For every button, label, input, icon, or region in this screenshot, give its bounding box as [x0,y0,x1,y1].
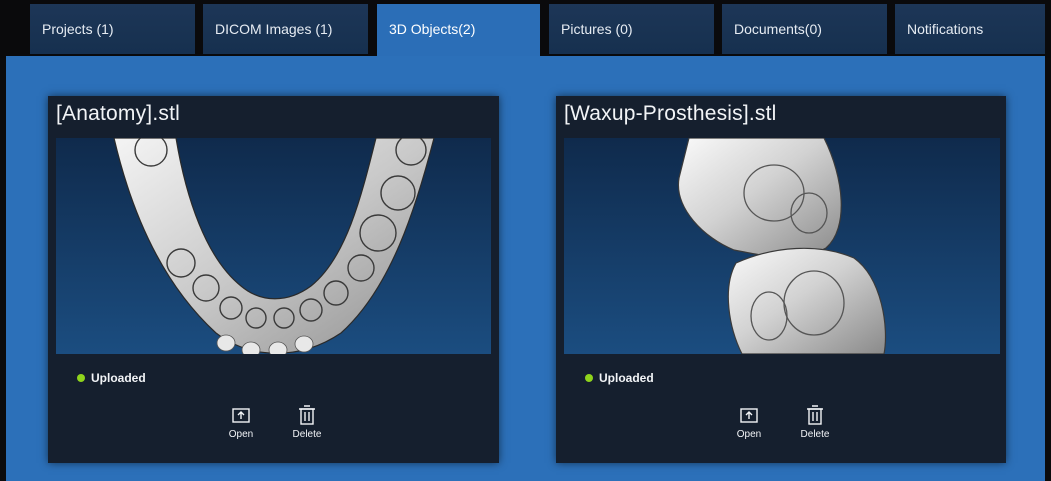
delete-label: Delete [800,429,830,440]
status-dot-icon [77,374,85,382]
delete-button[interactable]: Delete [282,404,332,440]
crown-prosthesis-model-image [677,138,887,354]
open-label: Open [228,429,254,440]
open-upload-icon [740,408,758,423]
model-preview-crown[interactable] [564,138,1000,354]
tab-projects[interactable]: Projects (1) [30,4,195,54]
delete-button[interactable]: Delete [790,404,840,440]
card-title: [Waxup-Prosthesis].stl [564,102,777,125]
trash-icon [299,405,315,425]
upload-status: Uploaded [585,371,654,385]
model-preview-jaw[interactable] [56,138,491,354]
tab-3d-objects[interactable]: 3D Objects(2) [377,4,540,58]
open-label: Open [736,429,762,440]
trash-icon [807,405,823,425]
upload-status: Uploaded [77,371,146,385]
object-card-waxup: [Waxup-Prosthesis].stl Uploaded Open Del… [556,96,1006,463]
object-card-anatomy: [Anatomy].stl Uploaded Open Delete [48,96,499,463]
delete-label: Delete [292,429,322,440]
objects-panel: [Anatomy].stl Uploaded Open Delete [Waxu… [6,56,1045,481]
open-button[interactable]: Open [216,404,266,440]
tab-notifications[interactable]: Notifications [895,4,1045,54]
status-label: Uploaded [91,371,146,385]
tab-documents[interactable]: Documents(0) [722,4,887,54]
app-window: Projects (1) DICOM Images (1) 3D Objects… [0,0,1051,481]
jaw-arch-model-image [113,138,435,354]
open-button[interactable]: Open [724,404,774,440]
status-dot-icon [585,374,593,382]
card-title: [Anatomy].stl [56,102,180,125]
open-upload-icon [232,408,250,423]
tab-pictures[interactable]: Pictures (0) [549,4,714,54]
tab-bar: Projects (1) DICOM Images (1) 3D Objects… [0,0,1051,58]
status-label: Uploaded [599,371,654,385]
tab-dicom-images[interactable]: DICOM Images (1) [203,4,368,54]
